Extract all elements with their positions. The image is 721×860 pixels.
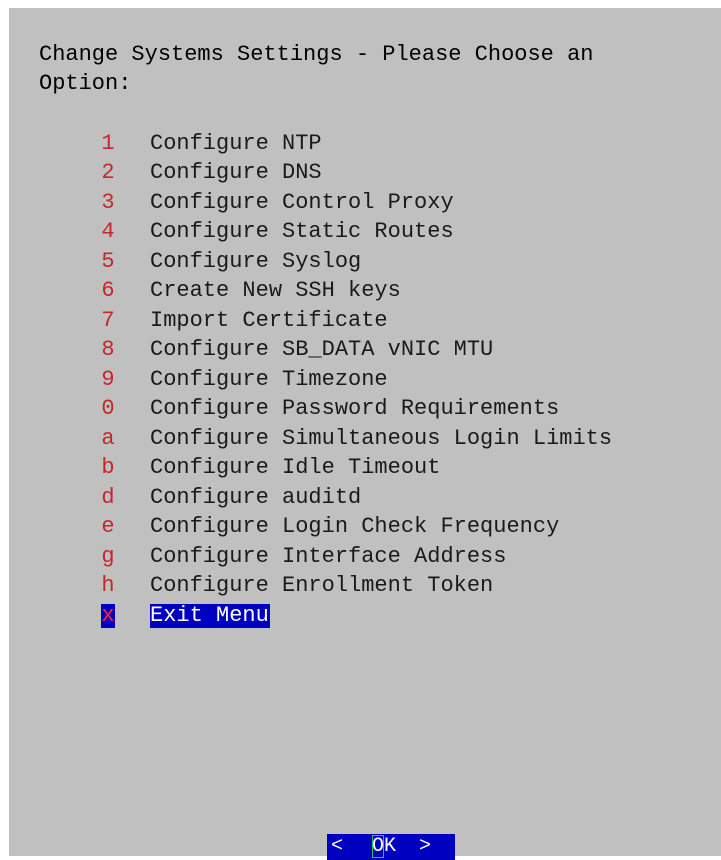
menu-item-6[interactable]: 6 Create New SSH keys <box>101 277 612 307</box>
dialog-title: Change Systems Settings - Please Choose … <box>39 42 594 96</box>
menu-item-h[interactable]: h Configure Enrollment Token <box>101 572 612 602</box>
menu-item-key: 3 <box>101 189 115 215</box>
menu-item-label: Configure DNS <box>150 160 322 186</box>
ok-label-rest: K <box>384 835 397 858</box>
menu-item-label: Configure Password Requirements <box>150 396 560 422</box>
menu-item-label: Configure Enrollment Token <box>150 573 494 599</box>
menu-item-key: 1 <box>101 130 115 156</box>
menu-item-1[interactable]: 1 Configure NTP <box>101 129 612 159</box>
dialog-box: Change Systems Settings - Please Choose … <box>9 8 721 860</box>
menu-item-key: 8 <box>101 337 115 363</box>
menu-item-3[interactable]: 3 Configure Control Proxy <box>101 188 612 218</box>
menu-item-d[interactable]: d Configure auditd <box>101 483 612 513</box>
menu-item-g[interactable]: g Configure Interface Address <box>101 542 612 572</box>
menu-item-key: a <box>101 425 115 451</box>
menu-item-key: x <box>101 602 115 628</box>
ok-button[interactable]: < OK > <box>327 834 455 860</box>
menu-item-key: 5 <box>101 248 115 274</box>
menu-item-label: Configure Interface Address <box>150 543 507 569</box>
menu-item-5[interactable]: 5 Configure Syslog <box>101 247 612 277</box>
settings-menu: 1 Configure NTP 2 Configure DNS 3 Config… <box>101 129 612 631</box>
menu-item-label: Configure Login Check Frequency <box>150 514 560 540</box>
menu-item-a[interactable]: a Configure Simultaneous Login Limits <box>101 424 612 454</box>
ok-left-bracket: < <box>330 835 343 858</box>
menu-item-key: d <box>101 484 115 510</box>
menu-item-label: Import Certificate <box>150 307 388 333</box>
menu-item-label: Configure Simultaneous Login Limits <box>150 425 613 451</box>
menu-item-label: Configure Timezone <box>150 366 388 392</box>
menu-item-key: b <box>101 455 115 481</box>
menu-item-exit[interactable]: x Exit Menu <box>101 601 612 631</box>
menu-item-key: h <box>101 573 115 599</box>
menu-item-7[interactable]: 7 Import Certificate <box>101 306 612 336</box>
menu-item-8[interactable]: 8 Configure SB_DATA vNIC MTU <box>101 336 612 366</box>
menu-item-label: Configure Syslog <box>150 248 362 274</box>
menu-item-b[interactable]: b Configure Idle Timeout <box>101 454 612 484</box>
menu-item-label: Configure Idle Timeout <box>150 455 441 481</box>
menu-item-label: Configure auditd <box>150 484 362 510</box>
menu-item-label: Configure NTP <box>150 130 322 156</box>
menu-item-key: 2 <box>101 160 115 186</box>
menu-item-2[interactable]: 2 Configure DNS <box>101 159 612 189</box>
menu-item-label: Configure Control Proxy <box>150 189 454 215</box>
ok-hotkey: O <box>372 835 385 858</box>
menu-item-0[interactable]: 0 Configure Password Requirements <box>101 395 612 425</box>
menu-item-4[interactable]: 4 Configure Static Routes <box>101 218 612 248</box>
menu-item-label: Configure Static Routes <box>150 219 454 245</box>
menu-item-key: 6 <box>101 278 115 304</box>
menu-item-key: 0 <box>101 396 115 422</box>
menu-item-9[interactable]: 9 Configure Timezone <box>101 365 612 395</box>
menu-item-key: 9 <box>101 366 115 392</box>
menu-item-key: 7 <box>101 307 115 333</box>
menu-item-key: g <box>101 543 115 569</box>
menu-item-key: e <box>101 514 115 540</box>
menu-item-label: Exit Menu <box>150 602 270 628</box>
menu-item-label: Create New SSH keys <box>150 278 401 304</box>
ok-right-bracket: > <box>419 835 432 858</box>
menu-item-e[interactable]: e Configure Login Check Frequency <box>101 513 612 543</box>
menu-item-key: 4 <box>101 219 115 245</box>
menu-item-label: Configure SB_DATA vNIC MTU <box>150 337 494 363</box>
ok-button-label: OK <box>372 834 396 860</box>
